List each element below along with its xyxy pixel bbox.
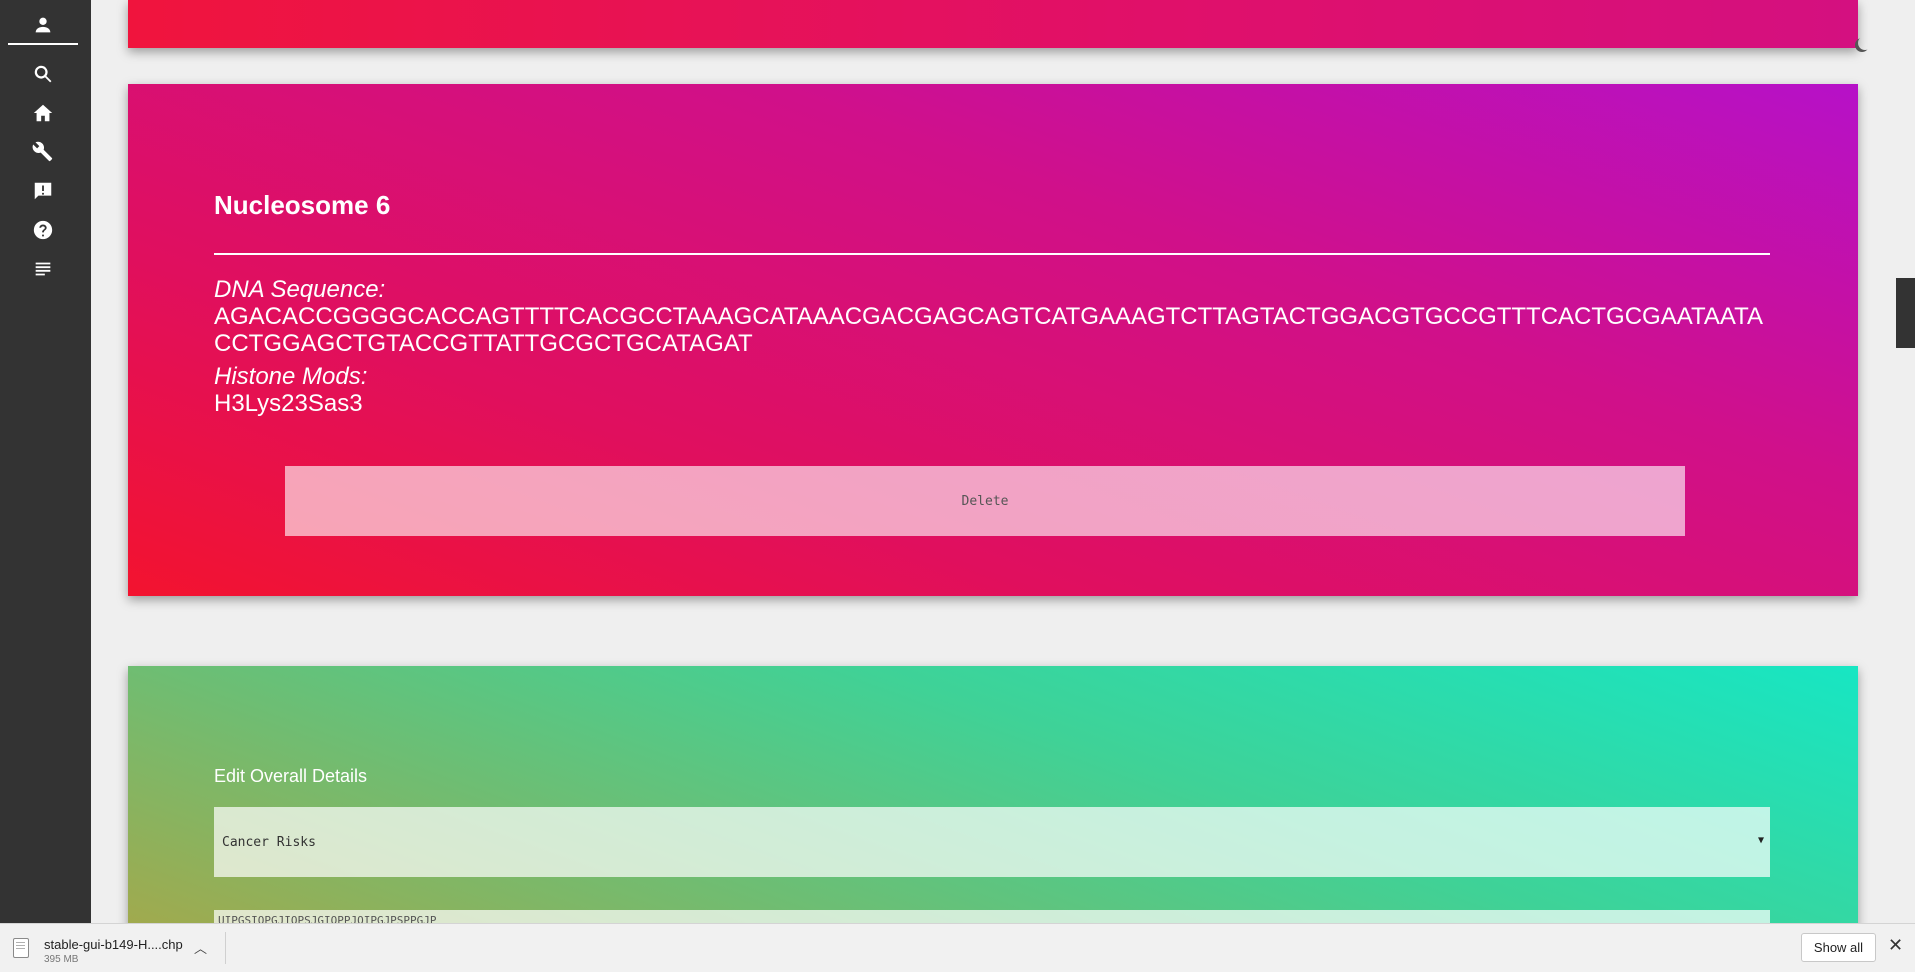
edit-details-title: Edit Overall Details — [214, 766, 368, 786]
title-divider — [214, 253, 1770, 255]
sidebar-item-help[interactable] — [0, 213, 86, 247]
sidebar-item-profile[interactable] — [0, 8, 86, 42]
close-icon[interactable]: ✕ — [1888, 935, 1903, 956]
file-icon — [13, 938, 29, 958]
histone-mods-value: H3Lys23Sas3 — [214, 390, 363, 417]
previous-nucleosome-card — [128, 0, 1858, 48]
download-bar: stable-gui-b149-H....chp 395 MB ︿ Show a… — [0, 923, 1915, 972]
delete-button[interactable]: Delete — [285, 466, 1685, 536]
cancer-risks-select[interactable]: Cancer Risks ▼ — [214, 807, 1770, 877]
histone-mods-label: Histone Mods: — [214, 363, 368, 390]
feedback-icon — [34, 182, 52, 200]
nucleosome-details: DNA Sequence: AGACACCGGGGCACCAGTTTTCACGC… — [214, 276, 1779, 417]
sidebar-item-list[interactable] — [0, 252, 86, 286]
search-icon — [34, 65, 52, 83]
person-icon — [35, 17, 51, 33]
nucleosome-title: Nucleosome 6 — [214, 190, 391, 220]
show-all-button[interactable]: Show all — [1801, 933, 1876, 962]
edit-details-card: Edit Overall Details Cancer Risks ▼ UIPG… — [128, 666, 1858, 936]
dropdown-arrow-icon: ▼ — [1757, 835, 1764, 846]
download-file-size: 395 MB — [44, 954, 79, 965]
download-divider — [225, 932, 226, 964]
download-file-name[interactable]: stable-gui-b149-H....chp — [44, 937, 183, 952]
list-icon — [35, 262, 51, 276]
dna-sequence-value: AGACACCGGGGCACCAGTTTTCACGCCTAAAGCATAAACG… — [214, 303, 1763, 357]
home-icon — [33, 104, 53, 122]
sidebar-item-feedback[interactable] — [0, 174, 86, 208]
chevron-up-icon[interactable]: ︿ — [194, 938, 207, 957]
sidebar-item-search[interactable] — [0, 57, 86, 91]
select-value: Cancer Risks — [222, 834, 316, 850]
dna-sequence-label: DNA Sequence: — [214, 276, 386, 303]
help-icon — [33, 220, 53, 240]
sidebar-item-tools[interactable] — [0, 135, 86, 169]
wrench-icon — [32, 141, 53, 162]
moon-icon[interactable] — [1858, 36, 1872, 50]
sidebar-item-home[interactable] — [0, 96, 86, 130]
nucleosome-card: Nucleosome 6 DNA Sequence: AGACACCGGGGCA… — [128, 84, 1858, 596]
sidebar-active-underline — [8, 43, 78, 45]
sidebar — [0, 0, 91, 923]
edge-tab[interactable] — [1896, 278, 1915, 348]
